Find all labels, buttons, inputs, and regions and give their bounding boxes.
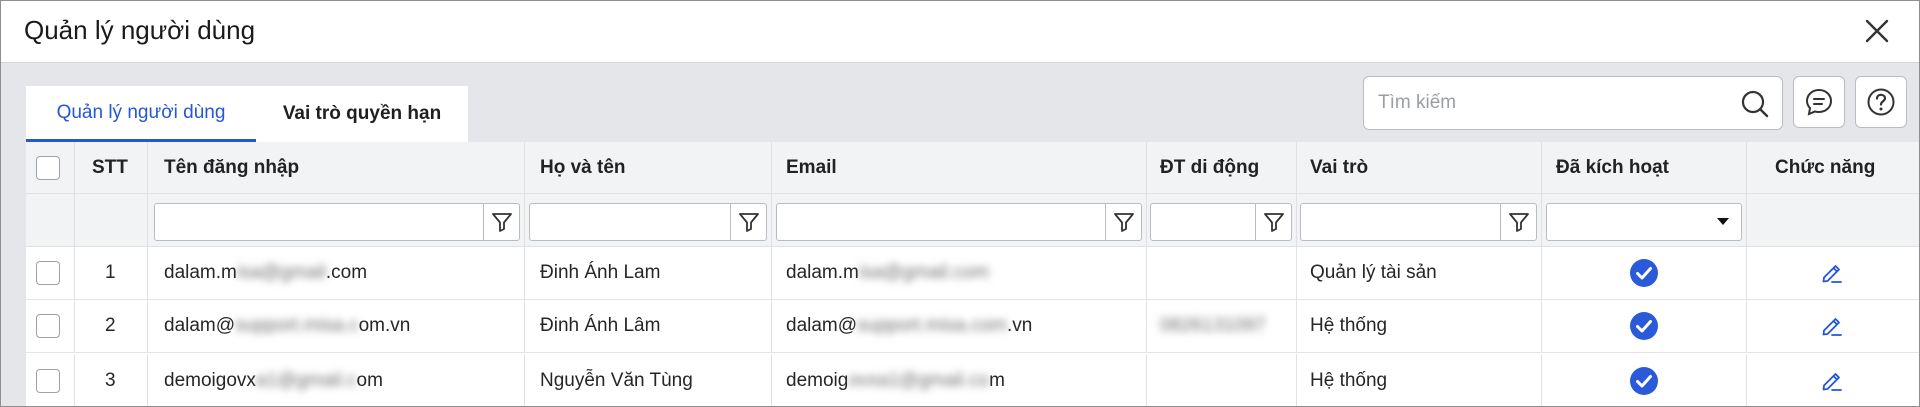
cell-mobile: 0826131097	[1160, 315, 1266, 336]
column-header-activated: Đã kích hoạt	[1556, 156, 1669, 178]
table-row[interactable]: 2 dalam@ support.misa.c om.vn Đinh Ánh Lâm…	[26, 300, 1919, 353]
dialog-title: Quản lý người dùng	[24, 15, 256, 45]
cell-stt: 2	[105, 315, 116, 336]
edit-icon[interactable]	[1820, 261, 1844, 285]
role-filter-input[interactable]	[1305, 208, 1490, 236]
column-header-role: Vai trò	[1310, 156, 1369, 178]
role-filter	[1300, 203, 1537, 241]
table-row[interactable]: 1 dalam.m isa@gmail .com Đinh Ánh Lam dala…	[26, 247, 1919, 300]
search-input[interactable]	[1378, 89, 1718, 117]
column-header-actions: Chức năng	[1775, 156, 1876, 178]
tab-role-permissions[interactable]: Vai trò quyền hạn	[256, 86, 468, 142]
cell-username: demoigovx a1@gmail.c om	[164, 370, 383, 391]
row-checkbox[interactable]	[36, 261, 60, 285]
cell-role: Quản lý tài sản	[1310, 262, 1437, 283]
check-circle-icon	[1630, 312, 1658, 340]
username-filter-input[interactable]	[159, 208, 473, 236]
dialog-titlebar: Quản lý người dùng	[1, 1, 1919, 63]
check-circle-icon	[1630, 367, 1658, 395]
column-header-fullname: Họ và tên	[540, 156, 626, 178]
fullname-filter-input[interactable]	[534, 208, 720, 236]
cell-role: Hệ thống	[1310, 315, 1388, 336]
row-checkbox[interactable]	[36, 314, 60, 338]
column-header-stt: STT	[92, 156, 128, 178]
chat-icon	[1805, 88, 1833, 116]
filter-icon[interactable]	[730, 204, 766, 240]
column-header-username: Tên đăng nhập	[164, 156, 300, 178]
email-filter	[776, 203, 1142, 241]
edit-icon[interactable]	[1820, 314, 1844, 338]
feedback-button[interactable]	[1793, 76, 1845, 128]
user-management-dialog: Quản lý người dùng Quản lý người dùng Va…	[0, 0, 1920, 407]
filter-icon[interactable]	[483, 204, 519, 240]
select-all-checkbox[interactable]	[36, 155, 60, 180]
cell-fullname: Đinh Ánh Lâm	[540, 315, 661, 336]
cell-fullname: Nguyễn Văn Tùng	[540, 370, 693, 391]
search-box	[1363, 76, 1783, 130]
column-header-email: Email	[786, 156, 837, 178]
mobile-filter	[1150, 203, 1292, 241]
tab-bar: Quản lý người dùng Vai trò quyền hạn	[26, 86, 468, 142]
cell-email: dalam@ support.misa.com .vn	[786, 315, 1033, 336]
cell-stt: 1	[105, 262, 116, 283]
cell-username: dalam.m isa@gmail .com	[164, 262, 368, 283]
edit-icon[interactable]	[1820, 369, 1844, 393]
cell-stt: 3	[105, 370, 116, 391]
tab-user-management[interactable]: Quản lý người dùng	[26, 86, 256, 142]
help-icon	[1867, 88, 1895, 116]
table-header: STT Tên đăng nhập Họ và tên Email ĐT di …	[26, 142, 1919, 194]
cell-fullname: Đinh Ánh Lam	[540, 262, 661, 283]
help-button[interactable]	[1855, 76, 1907, 128]
dropdown-arrow-icon	[1717, 218, 1729, 225]
fullname-filter	[529, 203, 767, 241]
filter-icon[interactable]	[1255, 204, 1291, 240]
filter-icon[interactable]	[1105, 204, 1141, 240]
cell-email: dalam.m isa@gmail.com	[786, 262, 990, 283]
activated-filter-select[interactable]	[1546, 203, 1742, 241]
user-table: STT Tên đăng nhập Họ và tên Email ĐT di …	[26, 142, 1919, 406]
cell-username: dalam@ support.misa.c om.vn	[164, 315, 411, 336]
search-icon[interactable]	[1740, 89, 1770, 119]
email-filter-input[interactable]	[781, 208, 1095, 236]
close-icon[interactable]	[1861, 15, 1893, 47]
row-checkbox[interactable]	[36, 369, 60, 393]
mobile-filter-input[interactable]	[1155, 208, 1245, 236]
table-row[interactable]: 3 demoigovx a1@gmail.c om Nguyễn Văn Tùng …	[26, 354, 1919, 406]
check-circle-icon	[1630, 259, 1658, 287]
cell-email: demoig ovxa1@gmail.co m	[786, 370, 1005, 391]
filter-row	[26, 194, 1919, 247]
username-filter	[154, 203, 520, 241]
column-header-mobile: ĐT di động	[1160, 156, 1260, 178]
filter-icon[interactable]	[1500, 204, 1536, 240]
cell-role: Hệ thống	[1310, 370, 1388, 391]
